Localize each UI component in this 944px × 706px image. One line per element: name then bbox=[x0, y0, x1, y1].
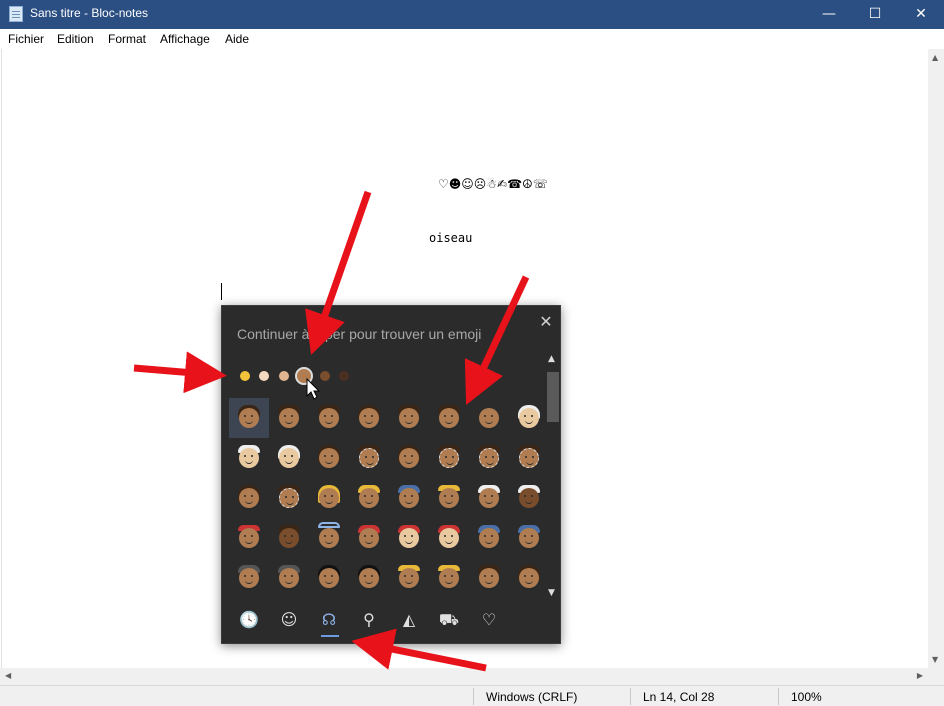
skin-tone-medium-light[interactable] bbox=[279, 371, 289, 381]
active-tab-indicator bbox=[321, 635, 339, 637]
pizza-icon[interactable]: ◭ bbox=[395, 606, 423, 634]
menu-edition[interactable]: Edition bbox=[57, 32, 94, 46]
emoji-santa-beard[interactable] bbox=[429, 518, 469, 558]
emoji-search-text: Continuer à taper pour trouver un emoji bbox=[237, 326, 482, 342]
scroll-down-icon[interactable]: ▼ bbox=[548, 588, 555, 598]
emoji-guard-woman[interactable] bbox=[349, 558, 389, 598]
emoji-family-group[interactable] bbox=[429, 438, 469, 478]
emoji-mrs-claus[interactable] bbox=[389, 518, 429, 558]
notepad-app-icon bbox=[9, 6, 23, 22]
emoji-police-woman[interactable] bbox=[509, 518, 549, 558]
emoji-detective-woman[interactable] bbox=[269, 558, 309, 598]
emoji-person-suit[interactable] bbox=[509, 558, 549, 598]
emoji-category-tabs: 🕓 ☺ ☊ ⚲ ◭ ⛟ ♡ bbox=[222, 602, 560, 642]
skin-tone-medium-dark[interactable] bbox=[320, 371, 330, 381]
menu-fichier[interactable]: Fichier bbox=[8, 32, 44, 46]
emoji-woman[interactable] bbox=[229, 398, 269, 438]
emoji-man[interactable] bbox=[389, 398, 429, 438]
scroll-right-icon[interactable]: ▶ bbox=[917, 671, 923, 680]
emoji-old-man[interactable] bbox=[229, 438, 269, 478]
emoji-man-dark[interactable] bbox=[269, 518, 309, 558]
notepad-window: Sans titre - Bloc-notes — ☐ ✕ Fichier Ed… bbox=[0, 0, 944, 706]
emoji-man-bearded-turban[interactable] bbox=[509, 478, 549, 518]
scroll-down-icon[interactable]: ▼ bbox=[932, 655, 938, 664]
close-button[interactable]: ✕ bbox=[898, 0, 944, 29]
emoji-guard[interactable] bbox=[309, 558, 349, 598]
status-separator bbox=[778, 688, 779, 705]
emoji-man-suit[interactable] bbox=[469, 558, 509, 598]
emoji-man-adult[interactable] bbox=[429, 398, 469, 438]
minimize-button[interactable]: — bbox=[806, 0, 852, 29]
emoji-police-officer[interactable] bbox=[469, 518, 509, 558]
emoji-person[interactable] bbox=[309, 398, 349, 438]
scroll-left-icon[interactable]: ◀ bbox=[5, 671, 11, 680]
title-bar[interactable]: Sans titre - Bloc-notes — ☐ ✕ bbox=[0, 0, 944, 29]
status-separator bbox=[630, 688, 631, 705]
vertical-scrollbar[interactable]: ▲ ▼ bbox=[928, 49, 944, 668]
emoji-boy[interactable] bbox=[269, 398, 309, 438]
close-icon[interactable]: ✕ bbox=[536, 312, 556, 332]
menu-bar: Fichier Edition Format Affichage Aide bbox=[0, 29, 944, 49]
emoji-construction-worker[interactable] bbox=[389, 558, 429, 598]
emoji-construction-woman[interactable] bbox=[429, 558, 469, 598]
balloon-icon[interactable]: ⚲ bbox=[355, 606, 383, 634]
heart-icon[interactable]: ♡ bbox=[475, 606, 503, 634]
menu-affichage[interactable]: Affichage bbox=[160, 32, 210, 46]
scroll-up-icon[interactable]: ▲ bbox=[548, 354, 555, 364]
menu-format[interactable]: Format bbox=[108, 32, 146, 46]
emoji-santa[interactable] bbox=[349, 518, 389, 558]
emoji-angel[interactable] bbox=[309, 518, 349, 558]
skin-tone-dark[interactable] bbox=[339, 371, 349, 381]
emoji-family-pair[interactable] bbox=[349, 438, 389, 478]
text-caret bbox=[221, 283, 222, 300]
emoji-old-woman[interactable] bbox=[509, 398, 549, 438]
emoji-grid bbox=[229, 398, 549, 598]
smiley-icon[interactable]: ☺ bbox=[275, 606, 303, 634]
scroll-thumb[interactable] bbox=[547, 372, 559, 422]
skin-tone-light[interactable] bbox=[259, 371, 269, 381]
emoji-man-cap[interactable] bbox=[229, 518, 269, 558]
emoji-detective[interactable] bbox=[229, 558, 269, 598]
status-bar: Windows (CRLF) Ln 14, Col 28 100% bbox=[0, 685, 944, 706]
document-emoji-line: ♡☻☺☹☃✍☎☮☏ bbox=[438, 177, 548, 191]
emoji-person-turban[interactable] bbox=[389, 478, 429, 518]
emoji-family-bearded[interactable] bbox=[269, 478, 309, 518]
emoji-blond-man[interactable] bbox=[349, 478, 389, 518]
maximize-button[interactable]: ☐ bbox=[852, 0, 898, 29]
status-position: Ln 14, Col 28 bbox=[643, 690, 715, 704]
window-title: Sans titre - Bloc-notes bbox=[30, 6, 149, 20]
emoji-woman-long-hair[interactable] bbox=[309, 438, 349, 478]
document-word: oiseau bbox=[429, 231, 473, 245]
emoji-prince[interactable] bbox=[429, 478, 469, 518]
menu-aide[interactable]: Aide bbox=[225, 32, 249, 46]
people-icon[interactable]: ☊ bbox=[315, 606, 343, 634]
emoji-woman-brown[interactable] bbox=[389, 438, 429, 478]
clock-icon[interactable]: 🕓 bbox=[235, 606, 263, 634]
emoji-scrollbar[interactable]: ▲ ▼ bbox=[546, 354, 560, 598]
skin-tone-medium[interactable] bbox=[295, 367, 313, 385]
status-separator bbox=[473, 688, 474, 705]
emoji-woman-curly[interactable] bbox=[349, 398, 389, 438]
emoji-baby[interactable] bbox=[469, 398, 509, 438]
status-line-ending: Windows (CRLF) bbox=[486, 690, 578, 704]
scroll-corner bbox=[928, 668, 944, 685]
scroll-up-icon[interactable]: ▲ bbox=[932, 53, 938, 62]
status-zoom: 100% bbox=[791, 690, 822, 704]
emoji-family-mix[interactable] bbox=[469, 438, 509, 478]
emoji-man-white-turban[interactable] bbox=[469, 478, 509, 518]
emoji-older-person[interactable] bbox=[269, 438, 309, 478]
car-icon[interactable]: ⛟ bbox=[435, 606, 463, 634]
emoji-family-kids[interactable] bbox=[509, 438, 549, 478]
emoji-woman-medium[interactable] bbox=[229, 478, 269, 518]
emoji-blond-woman[interactable] bbox=[309, 478, 349, 518]
skin-tone-yellow[interactable] bbox=[240, 371, 250, 381]
emoji-panel: Continuer à taper pour trouver un emoji … bbox=[221, 305, 561, 644]
horizontal-scrollbar[interactable]: ◀ ▶ bbox=[0, 668, 928, 685]
